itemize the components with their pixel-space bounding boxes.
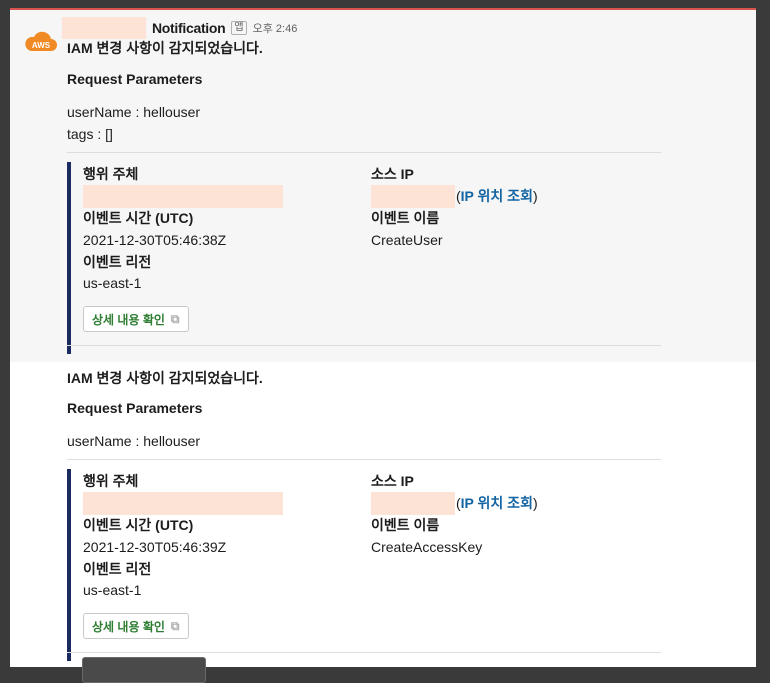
redacted-actor-value (83, 185, 283, 208)
attachment-divider (67, 652, 661, 653)
external-link-icon: ⧉ (170, 311, 180, 326)
detail-button-label: 상세 내용 확인 (92, 619, 165, 634)
params-heading: Request Parameters (67, 400, 203, 416)
redacted-ip-value (371, 185, 455, 208)
ip-lookup-link[interactable]: IP 위치 조회 (461, 188, 533, 204)
actor-label: 행위 주체 (83, 473, 139, 489)
offscreen-detail-button (82, 657, 206, 683)
event-time-label: 이벤트 시간 (UTC) (83, 517, 194, 533)
attachment-divider (67, 345, 661, 346)
external-link-icon: ⧉ (170, 618, 180, 633)
sender-name[interactable]: Notification (152, 20, 226, 36)
aws-cloud-icon[interactable]: AWS (24, 29, 58, 53)
params-heading: Request Parameters (67, 71, 203, 87)
event-time-label: 이벤트 시간 (UTC) (83, 210, 194, 226)
event-time-value: 2021-12-30T05:46:38Z (83, 232, 227, 248)
redacted-actor-value (83, 492, 283, 515)
ip-lookup-link[interactable]: IP 위치 조회 (461, 495, 533, 511)
message-pane: AWS Notification 앱 오후 2:46 IAM 변경 사항이 감지… (10, 8, 756, 667)
detail-button[interactable]: 상세 내용 확인 ⧉ (83, 306, 189, 332)
message-header: Notification 앱 오후 2:46 (62, 17, 298, 39)
event-name-value: CreateAccessKey (371, 539, 483, 555)
redacted-ip-value (371, 492, 455, 515)
detail-button-label: 상세 내용 확인 (92, 312, 165, 327)
redacted-sender-name (62, 17, 146, 39)
event-time-value: 2021-12-30T05:46:39Z (83, 539, 227, 555)
param-line: userName : hellouser (67, 433, 201, 449)
event-region-label: 이벤트 리전 (83, 254, 152, 270)
source-ip-label: 소스 IP (371, 473, 414, 489)
actor-label: 행위 주체 (83, 166, 139, 182)
event-name-value: CreateUser (371, 232, 443, 248)
param-line: userName : hellouser (67, 104, 201, 120)
event-name-label: 이벤트 이름 (371, 210, 440, 226)
message-timestamp[interactable]: 오후 2:46 (253, 20, 298, 36)
message-title: IAM 변경 사항이 감지되었습니다. (67, 40, 263, 56)
avatar-label: AWS (32, 41, 51, 50)
source-ip-label: 소스 IP (371, 166, 414, 182)
event-name-label: 이벤트 이름 (371, 517, 440, 533)
event-region-label: 이벤트 리전 (83, 561, 152, 577)
detail-button[interactable]: 상세 내용 확인 ⧉ (83, 613, 189, 639)
event-region-value: us-east-1 (83, 582, 142, 598)
event-region-value: us-east-1 (83, 275, 142, 291)
param-line: tags : [] (67, 126, 113, 142)
ip-lookup-text: (IP 위치 조회) (456, 495, 538, 511)
ip-lookup-text: (IP 위치 조회) (456, 188, 538, 204)
attachment-divider (67, 152, 661, 153)
message-title: IAM 변경 사항이 감지되었습니다. (67, 370, 263, 386)
attachment-divider (67, 459, 661, 460)
app-badge: 앱 (231, 21, 247, 35)
